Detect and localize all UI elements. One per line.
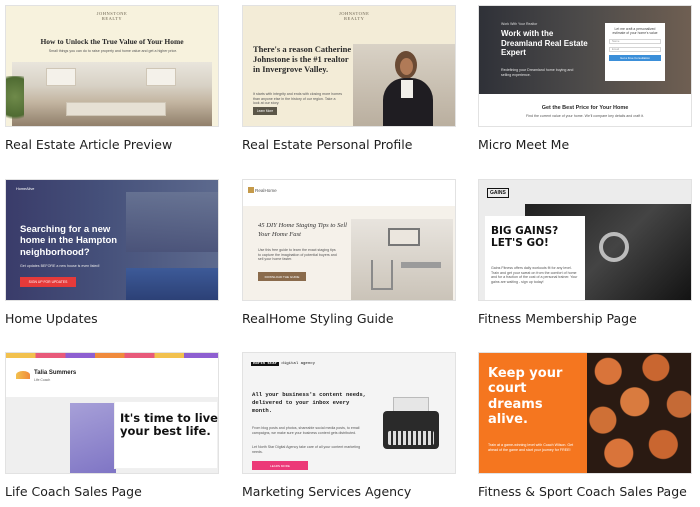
hero-subtext: Train at a game-winning level with Coach… [488, 443, 574, 452]
agency-logo-bold: north star [251, 362, 280, 366]
template-card[interactable]: Talia Summers Life Coach It's time to li… [5, 352, 219, 499]
preview-headline: How to Unlock the True Value of Your Hom… [40, 37, 184, 46]
sunrise-logo-icon [16, 371, 30, 379]
hero-subtext: Gains Fitness offers daily workouts fit … [491, 266, 578, 285]
top-bar [243, 180, 455, 206]
realtor-face [400, 58, 413, 75]
template-thumbnail[interactable]: RealHome 45 DIY Home Staging Tips to Sel… [242, 179, 456, 301]
hero-headline: All your business's content needs, deliv… [252, 391, 367, 415]
template-thumbnail[interactable]: Work With Your Realtor Work with the Dre… [478, 5, 692, 127]
lead-form: Let me craft a personalized estimate of … [605, 23, 665, 81]
preview-subtext: Small things you can do to raise propert… [48, 49, 178, 53]
card-title[interactable]: Real Estate Article Preview [5, 137, 172, 152]
template-card[interactable]: GAINS BIG GAINS? LET'S GO! Gains Fitness… [478, 179, 692, 326]
table-shape [401, 262, 441, 268]
pool-photo [126, 268, 218, 300]
download-button: DOWNLOAD THE GUIDE [258, 272, 306, 281]
template-thumbnail[interactable]: north star digital agency All your busin… [242, 352, 456, 474]
house-photo [126, 192, 218, 252]
cta-subtext: Find the current value of your home. We'… [525, 114, 645, 118]
consultation-button: Get a Free Consultation [609, 54, 661, 61]
template-thumbnail[interactable]: HomeAlive Searching for a new home in th… [5, 179, 219, 301]
chair-shape [371, 260, 393, 290]
template-thumbnail[interactable]: Keep your court dreams alive. Train at a… [478, 352, 692, 474]
name-field: Name [609, 38, 661, 44]
signup-button: SIGN UP FOR UPDATES [20, 277, 76, 287]
template-thumbnail[interactable]: GAINS BIG GAINS? LET'S GO! Gains Fitness… [478, 179, 692, 301]
email-field: Email [609, 46, 661, 52]
template-card[interactable]: Keep your court dreams alive. Train at a… [478, 352, 692, 499]
guide-subtext: Use this free guide to learn the exact s… [258, 248, 337, 262]
hero-subtext: Redefining your Dreamland home buying an… [501, 68, 574, 77]
hero-eyebrow: Work With Your Realtor [501, 22, 538, 26]
card-title[interactable]: Micro Meet Me [478, 137, 569, 152]
card-title[interactable]: Life Coach Sales Page [5, 484, 142, 499]
hero-subtext-2: Let North Star Digital Agency take care … [252, 445, 361, 454]
kitchen-cabinet [46, 68, 76, 86]
realty-logo: JOHNSTONE REALTY [96, 11, 128, 21]
hero-headline: Work with the Dreamland Real Estate Expe… [501, 29, 588, 58]
template-card[interactable]: Work With Your Realtor Work with the Dre… [478, 5, 692, 152]
card-title[interactable]: Fitness Membership Page [478, 311, 637, 326]
template-thumbnail[interactable]: JOHNSTONE REALTY There's a reason Cather… [242, 5, 456, 127]
coach-photo [70, 403, 116, 473]
cta-heading: Get the Best Price for Your Home [541, 105, 629, 111]
card-title[interactable]: RealHome Styling Guide [242, 311, 394, 326]
hero-headline: BIG GAINS? LET'S GO! [491, 225, 559, 250]
weight-plate [599, 232, 629, 262]
kitchen-photo [12, 62, 212, 126]
basketballs-photo [587, 353, 691, 473]
agency-logo-rest: digital agency [281, 362, 316, 366]
plant-decor [6, 76, 24, 126]
realhome-logo: RealHome [255, 188, 277, 193]
template-thumbnail[interactable]: Talia Summers Life Coach It's time to li… [5, 352, 219, 474]
guide-headline: 45 DIY Home Staging Tips to Sell Your Ho… [258, 222, 348, 238]
realhome-logo-icon [248, 187, 254, 193]
learn-more-button: Learn More [253, 107, 277, 115]
profile-subtext: It starts with integrity and ends with c… [253, 92, 343, 106]
coach-name: Talia Summers [34, 370, 77, 376]
homealive-logo: HomeAlive [16, 187, 35, 191]
card-title[interactable]: Marketing Services Agency [242, 484, 411, 499]
template-card[interactable]: JOHNSTONE REALTY There's a reason Cather… [242, 5, 456, 152]
hero-headline: Searching for a new home in the Hampton … [20, 224, 118, 258]
typewriter-keys [388, 431, 434, 445]
template-card[interactable]: north star digital agency All your busin… [242, 352, 456, 499]
kitchen-cabinet [146, 68, 176, 86]
agency-logo: north star digital agency [251, 362, 315, 366]
hero-subtext: Get updates BEFORE a new house is even l… [20, 264, 100, 268]
card-title[interactable]: Real Estate Personal Profile [242, 137, 412, 152]
template-thumbnail[interactable]: JOHNSTONE REALTY How to Unlock the True … [5, 5, 219, 127]
color-stripe [6, 353, 218, 358]
gains-logo: GAINS [487, 188, 509, 198]
hero-headline: Keep your court dreams alive. [488, 366, 563, 427]
learn-more-button: LEARN MORE [252, 461, 308, 470]
coach-role: Life Coach [34, 378, 51, 382]
profile-headline: There's a reason Catherine Johnstone is … [253, 44, 352, 75]
form-title: Let me craft a personalized estimate of … [612, 27, 658, 36]
card-title[interactable]: Fitness & Sport Coach Sales Page [478, 484, 687, 499]
card-title[interactable]: Home Updates [5, 311, 98, 326]
kitchen-island [66, 102, 166, 116]
wall-frame [388, 228, 420, 246]
realty-logo: JOHNSTONE REALTY [339, 11, 370, 21]
template-card[interactable]: JOHNSTONE REALTY How to Unlock the True … [5, 5, 219, 152]
hero-subtext: From blog posts and photos, shareable so… [252, 426, 360, 435]
template-card[interactable]: RealHome 45 DIY Home Staging Tips to Sel… [242, 179, 456, 326]
template-card[interactable]: HomeAlive Searching for a new home in th… [5, 179, 219, 326]
hero-headline: It's time to live your best life. [120, 411, 218, 439]
realtor-shirt [401, 80, 413, 98]
